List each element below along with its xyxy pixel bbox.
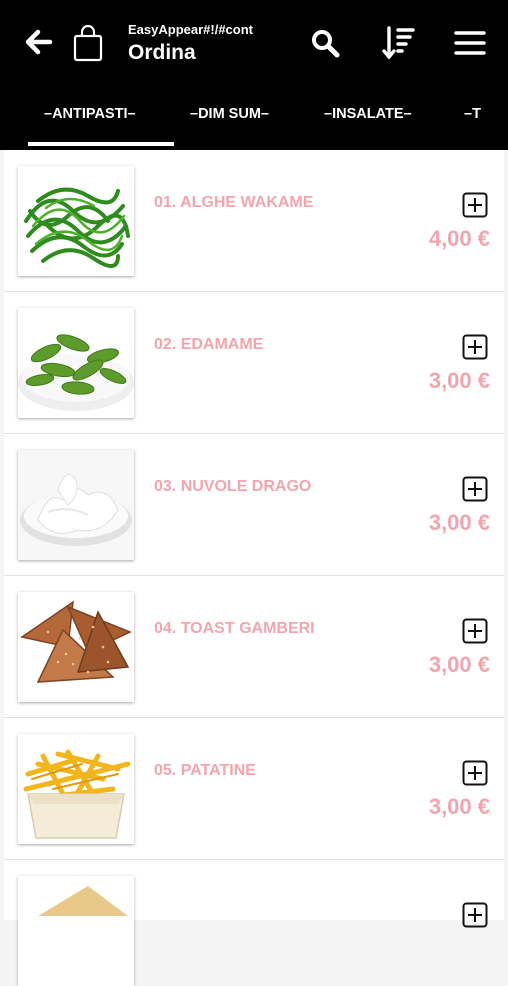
product-image-fries — [18, 734, 134, 844]
product-name: 04. TOAST GAMBERI — [154, 620, 315, 637]
header-titles: EasyAppear#!/#cont Ordina — [128, 22, 278, 65]
hamburger-menu-icon[interactable] — [450, 24, 490, 62]
product-image-prawn-crackers — [18, 450, 134, 560]
product-name: 03. NUVOLE DRAGO — [154, 478, 312, 495]
product-name: 02. EDAMAME — [154, 336, 264, 353]
add-to-cart-icon[interactable] — [462, 618, 488, 644]
add-to-cart-icon[interactable] — [462, 334, 488, 360]
list-item[interactable]: 01. ALGHE WAKAME 4,00 € — [4, 150, 504, 292]
header-subtitle: EasyAppear#!/#cont — [128, 22, 253, 37]
list-item[interactable]: 04. TOAST GAMBERI 3,00 € — [4, 576, 504, 718]
product-price: 3,00 € — [428, 510, 490, 535]
sort-descending-icon[interactable] — [378, 22, 418, 64]
back-arrow-icon[interactable] — [20, 24, 56, 60]
list-item[interactable]: 03. NUVOLE DRAGO 3,00 € — [4, 434, 504, 576]
tab-dim-sum[interactable]: –DIM SUM– — [190, 106, 269, 122]
add-to-cart-icon[interactable] — [462, 902, 488, 928]
product-image-seaweed — [18, 166, 134, 276]
tab-insalate[interactable]: –INSALATE– — [324, 106, 412, 122]
list-item[interactable]: 02. EDAMAME 3,00 € — [4, 292, 504, 434]
active-tab-indicator — [28, 142, 174, 146]
product-name: 01. ALGHE WAKAME — [154, 194, 314, 211]
product-price: 3,00 € — [428, 794, 490, 819]
product-price: 4,00 € — [428, 226, 490, 251]
search-icon[interactable] — [306, 24, 344, 62]
add-to-cart-icon[interactable] — [462, 192, 488, 218]
add-to-cart-icon[interactable] — [462, 476, 488, 502]
category-tabs: –ANTIPASTI– –DIM SUM– –INSALATE– –T — [0, 96, 508, 150]
app-bar: EasyAppear#!/#cont Ordina –ANTIPASTI– –D… — [0, 0, 508, 150]
shopping-bag-icon[interactable] — [70, 22, 106, 64]
tab-antipasti[interactable]: –ANTIPASTI– — [44, 106, 136, 122]
product-image-shrimp-toast — [18, 592, 134, 702]
add-to-cart-icon[interactable] — [462, 760, 488, 786]
product-list: 01. ALGHE WAKAME 4,00 € 02. EDAMAME 3,00… — [4, 150, 504, 986]
page-title: Ordina — [128, 41, 196, 64]
tab-partial[interactable]: –T — [464, 106, 481, 122]
product-price: 3,00 € — [428, 368, 490, 393]
product-name: 05. PATATINE — [154, 762, 256, 779]
list-item[interactable] — [4, 860, 504, 986]
product-price: 3,00 € — [428, 652, 490, 677]
list-item[interactable]: 05. PATATINE 3,00 € — [4, 718, 504, 860]
product-image — [18, 876, 134, 986]
product-image-edamame — [18, 308, 134, 418]
